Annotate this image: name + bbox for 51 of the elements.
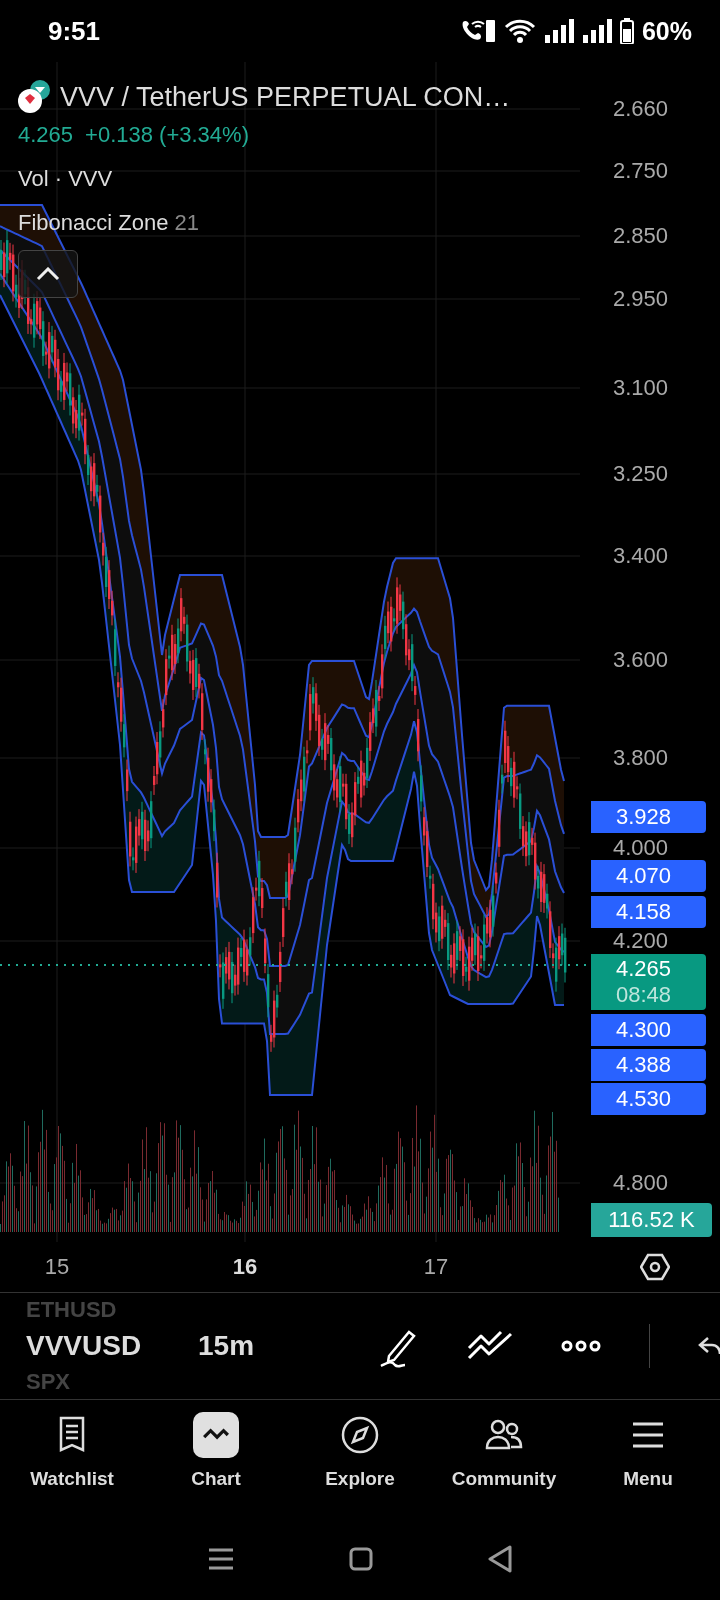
symbol-title[interactable]: VVV / TetherUS PERPETUAL CON… xyxy=(60,81,511,113)
battery-icon xyxy=(619,18,634,44)
signal-icon xyxy=(581,19,612,43)
settings-icon[interactable] xyxy=(640,1252,670,1282)
wifi-icon xyxy=(503,18,536,44)
price-axis-label: 2.660 xyxy=(612,99,668,119)
price-axis-label: 2.750 xyxy=(612,161,668,181)
more-icon xyxy=(561,1340,601,1352)
price-level-label: 4.530 xyxy=(591,1083,706,1115)
last-price-label: 4.265 08:48 xyxy=(591,954,706,1010)
price-axis-label: 4.800 xyxy=(612,1173,668,1193)
last-price: 4.265 xyxy=(18,122,74,148)
price-level-label: 4.300 xyxy=(591,1014,706,1046)
price-level-label: 4.158 xyxy=(591,896,706,928)
nav-tab[interactable]: Community xyxy=(432,1400,576,1516)
chart-icon xyxy=(202,1428,230,1442)
battery-percent: 60% xyxy=(641,16,692,46)
nav-tab[interactable]: Menu xyxy=(576,1400,720,1516)
price-level-label: 3.928 xyxy=(591,801,706,833)
indicator-label[interactable]: Vol · VVV xyxy=(18,166,511,192)
price-axis-label: 3.100 xyxy=(612,378,668,398)
compass-icon xyxy=(339,1414,381,1456)
nav-tab[interactable]: Explore xyxy=(288,1400,432,1516)
recents-icon[interactable] xyxy=(207,1547,234,1570)
collapse-button[interactable] xyxy=(18,250,78,298)
price-change: +0.138 (+3.34%) xyxy=(85,122,249,148)
nav-tab[interactable]: Chart xyxy=(144,1400,288,1516)
interval-button[interactable]: 15m xyxy=(192,1329,261,1363)
home-icon[interactable] xyxy=(349,1546,373,1571)
price-axis-label: 4.000 xyxy=(612,838,668,858)
back-icon[interactable] xyxy=(488,1544,513,1573)
volume-label: 116.52 K xyxy=(591,1203,712,1237)
signal-icon xyxy=(543,19,574,43)
price-level-label: 4.388 xyxy=(591,1049,706,1081)
more-button[interactable] xyxy=(561,1340,601,1352)
nav-tab[interactable]: Watchlist xyxy=(0,1400,144,1516)
price-axis-label: 2.850 xyxy=(612,226,668,246)
price-axis-label: 3.800 xyxy=(612,748,668,768)
price-axis-label: 4.200 xyxy=(612,931,668,951)
price-axis-label: 3.400 xyxy=(612,546,668,566)
time-axis-label: 16 xyxy=(232,1254,258,1280)
price-axis-label: 3.600 xyxy=(612,650,668,670)
price-level-label: 4.070 xyxy=(591,860,706,892)
time-axis-label: 15 xyxy=(44,1254,70,1280)
symbol-option[interactable]: VVVUSD xyxy=(26,1326,176,1366)
price-axis-label: 2.950 xyxy=(612,289,668,309)
time-axis-label: 17 xyxy=(423,1254,449,1280)
coin-logo-icon xyxy=(18,80,52,114)
price-axis-label: 3.250 xyxy=(612,464,668,484)
chevron-up-icon xyxy=(36,267,60,281)
status-time: 9:51 xyxy=(48,15,102,47)
